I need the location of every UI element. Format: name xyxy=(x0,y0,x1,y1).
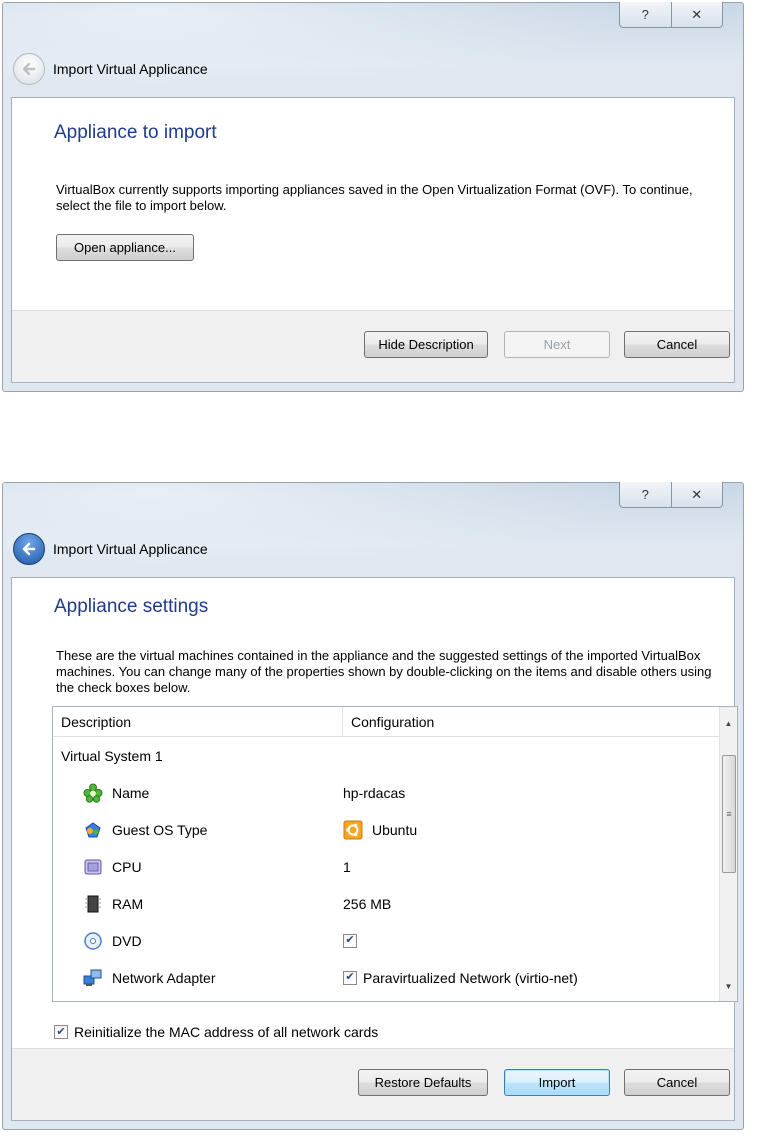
table-row[interactable]: Guest OS Type Ubuntu xyxy=(53,811,737,848)
row-label: Name xyxy=(112,784,150,801)
caption-buttons: ? ✕ xyxy=(619,482,723,508)
row-label: Guest OS Type xyxy=(112,821,208,838)
network-adapter-checkbox[interactable]: ✔ xyxy=(343,970,357,985)
back-button[interactable] xyxy=(13,533,45,565)
help-icon: ? xyxy=(641,487,649,502)
ubuntu-icon xyxy=(343,820,363,840)
ram-icon xyxy=(83,894,103,914)
network-adapter-icon xyxy=(83,968,103,988)
wizard-footer: Hide Description Next Cancel xyxy=(12,310,734,382)
cancel-button[interactable]: Cancel xyxy=(624,1069,730,1096)
scroll-up-arrow[interactable]: ▲ xyxy=(720,715,737,732)
table-row[interactable]: RAM 256 MB xyxy=(53,885,737,922)
close-icon: ✕ xyxy=(691,6,703,22)
restore-defaults-button[interactable]: Restore Defaults xyxy=(358,1069,488,1096)
row-label: Network Adapter xyxy=(112,969,216,986)
close-button[interactable]: ✕ xyxy=(670,2,723,27)
window-title: Import Virtual Applicance xyxy=(53,61,208,77)
row-value: 256 MB xyxy=(343,895,392,912)
tree-header: Description Configuration xyxy=(53,707,737,737)
tree-group-row[interactable]: Virtual System 1 xyxy=(53,737,737,774)
next-button[interactable]: Next xyxy=(504,331,610,358)
tree-scrollbar[interactable]: ▲ ≡ ▼ xyxy=(719,707,737,1001)
page-description: VirtualBox currently supports importing … xyxy=(56,182,693,213)
wizard-footer: Restore Defaults Import Cancel xyxy=(12,1048,734,1120)
import-wizard-window-step1: ? ✕ Import Virtual Applicance Appliance … xyxy=(2,2,744,392)
scroll-thumb[interactable]: ≡ xyxy=(722,755,736,873)
column-header-configuration[interactable]: Configuration xyxy=(343,707,703,736)
reinit-mac-label: Reinitialize the MAC address of all netw… xyxy=(74,1024,379,1040)
row-label: DVD xyxy=(112,932,142,949)
row-value: 1 xyxy=(343,858,351,875)
group-label: Virtual System 1 xyxy=(61,747,163,764)
wizard-titlebar: Import Virtual Applicance xyxy=(13,51,208,87)
page-heading: Appliance to import xyxy=(54,122,217,143)
page-description: These are the virtual machines contained… xyxy=(56,648,712,695)
guest-os-icon xyxy=(83,820,103,840)
reinit-mac-checkbox[interactable]: ✔ xyxy=(54,1025,68,1039)
column-header-description[interactable]: Description xyxy=(53,707,343,736)
table-row[interactable]: CPU 1 xyxy=(53,848,737,885)
row-label: CPU xyxy=(112,858,142,875)
close-icon: ✕ xyxy=(691,486,703,502)
scroll-down-arrow[interactable]: ▼ xyxy=(720,978,737,995)
row-value: Ubuntu xyxy=(372,821,418,838)
wizard-titlebar: Import Virtual Applicance xyxy=(13,531,208,567)
help-button[interactable]: ? xyxy=(620,482,671,507)
dvd-checkbox[interactable]: ✔ xyxy=(343,933,357,948)
table-row[interactable]: DVD ✔ xyxy=(53,922,737,959)
cpu-icon xyxy=(83,857,103,877)
reinit-mac-option[interactable]: ✔ Reinitialize the MAC address of all ne… xyxy=(54,1024,378,1040)
window-title: Import Virtual Applicance xyxy=(53,541,208,557)
cancel-button[interactable]: Cancel xyxy=(624,331,730,358)
hide-description-button[interactable]: Hide Description xyxy=(364,331,488,358)
caption-buttons: ? ✕ xyxy=(619,2,723,28)
table-row[interactable]: Name hp-rdacas xyxy=(53,774,737,811)
back-button[interactable] xyxy=(13,53,45,85)
import-wizard-window-step2: ? ✕ Import Virtual Applicance Appliance … xyxy=(2,482,744,1130)
open-appliance-button[interactable]: Open appliance... xyxy=(56,234,194,261)
row-value: Paravirtualized Network (virtio-net) xyxy=(363,969,578,986)
import-button[interactable]: Import xyxy=(504,1069,610,1096)
row-value: hp-rdacas xyxy=(343,784,406,801)
name-icon xyxy=(83,783,103,803)
back-arrow-icon xyxy=(22,542,36,556)
wizard-content: Appliance to import VirtualBox currently… xyxy=(11,97,735,383)
help-icon: ? xyxy=(641,7,649,22)
row-label: RAM xyxy=(112,895,144,912)
dvd-icon xyxy=(83,931,103,951)
appliance-settings-tree[interactable]: Description Configuration Virtual System… xyxy=(52,706,738,1002)
wizard-content: Appliance settings These are the virtual… xyxy=(11,577,738,1121)
back-arrow-icon xyxy=(22,62,36,76)
page-heading: Appliance settings xyxy=(54,596,209,617)
close-button[interactable]: ✕ xyxy=(670,482,723,507)
table-row[interactable]: Network Adapter ✔ Paravirtualized Network… xyxy=(53,959,737,996)
help-button[interactable]: ? xyxy=(620,2,671,27)
